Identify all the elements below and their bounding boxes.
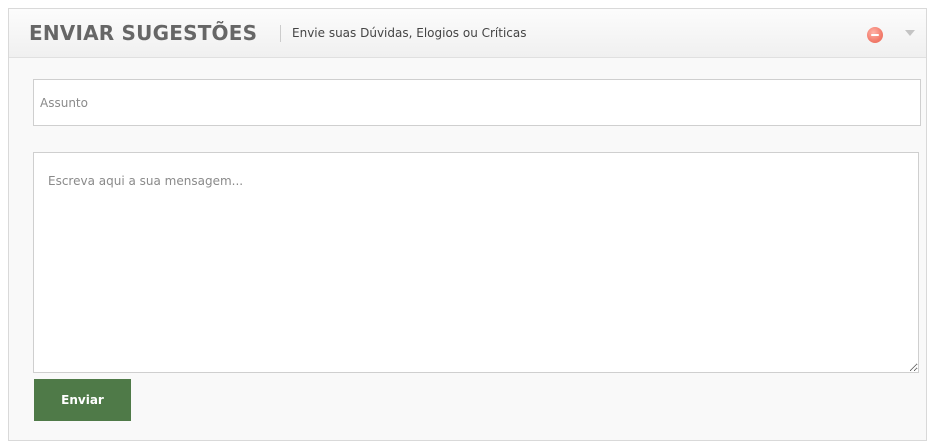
chevron-down-icon[interactable] <box>905 30 915 36</box>
send-button[interactable]: Enviar <box>34 379 131 421</box>
message-textarea[interactable] <box>33 152 919 373</box>
header-divider <box>280 25 281 42</box>
close-icon[interactable] <box>867 27 883 43</box>
subject-input[interactable] <box>33 79 921 126</box>
panel-subtitle: Envie suas Dúvidas, Elogios ou Críticas <box>292 26 527 40</box>
panel-title: ENVIAR SUGESTÕES <box>29 21 258 45</box>
panel-header: ENVIAR SUGESTÕES Envie suas Dúvidas, Elo… <box>9 9 926 58</box>
suggestions-panel: ENVIAR SUGESTÕES Envie suas Dúvidas, Elo… <box>8 8 927 441</box>
